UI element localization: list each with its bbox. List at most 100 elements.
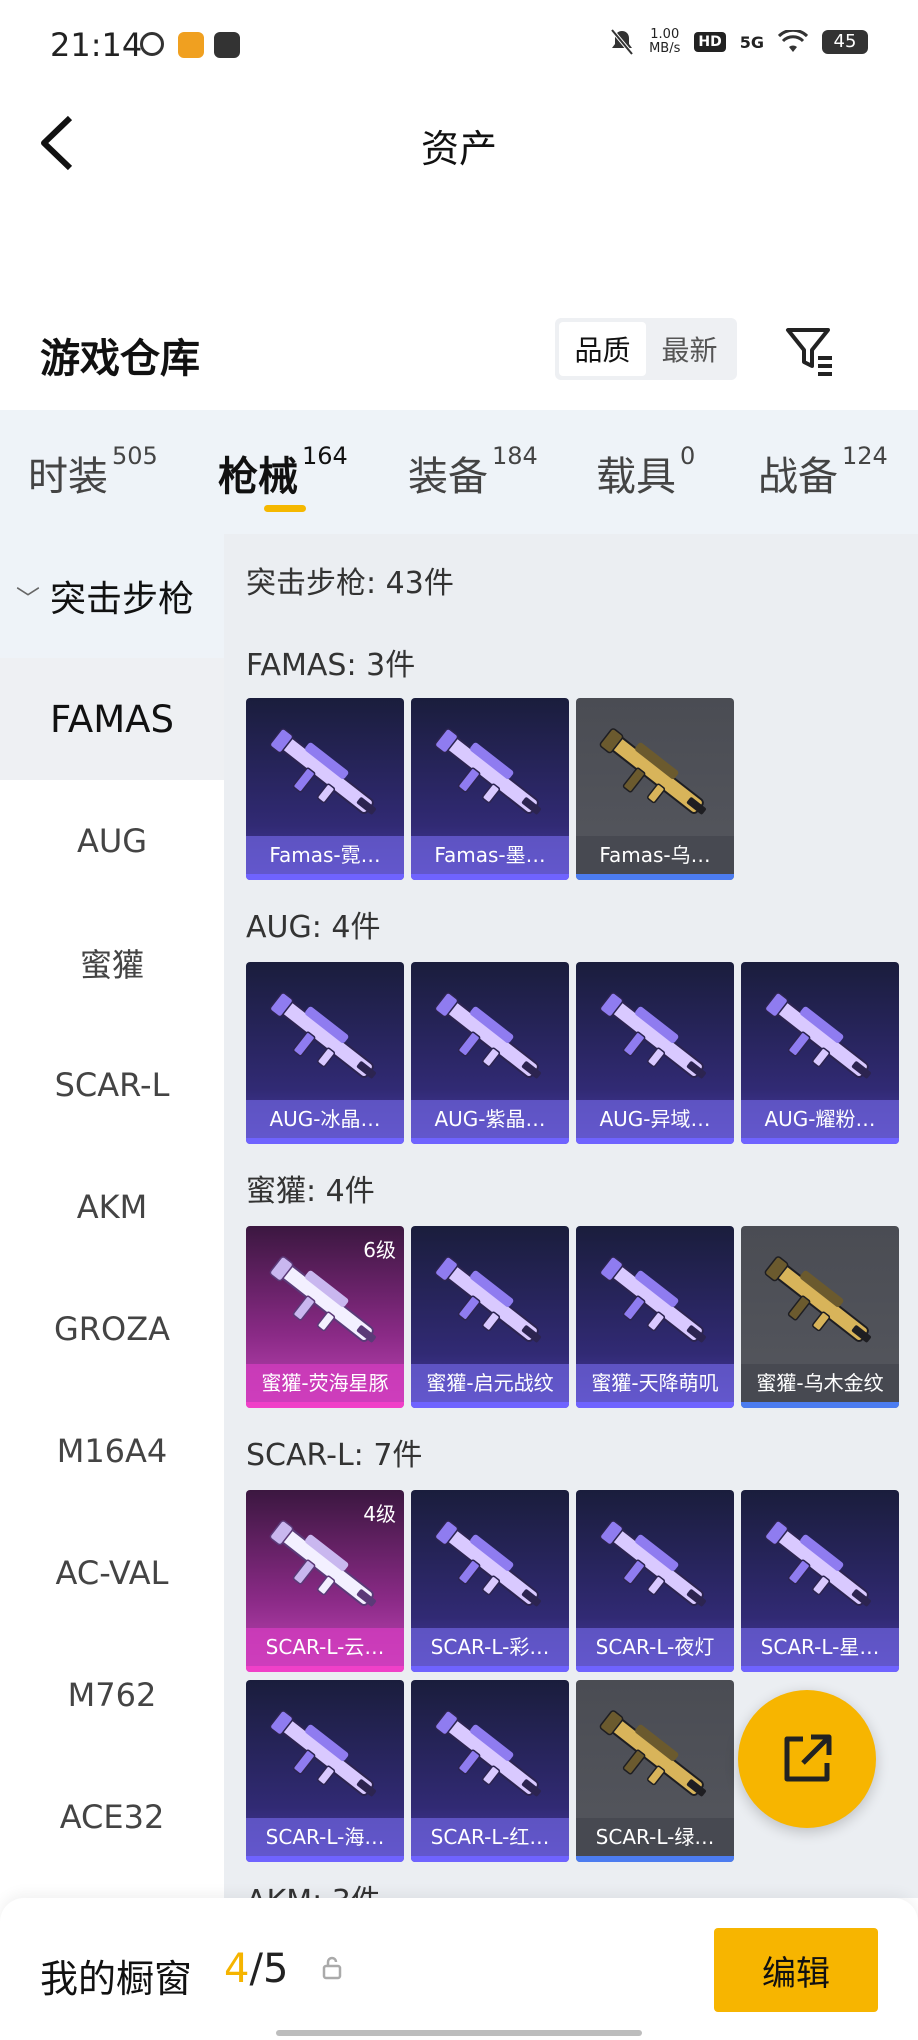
hd-badge: HD [694, 32, 726, 52]
weapon-image [599, 728, 706, 815]
battery-indicator: 45 [822, 30, 868, 54]
mute-icon [610, 28, 634, 56]
sort-latest-button[interactable]: 最新 [646, 322, 733, 376]
status-indicators: 1.00 MB/s HD 5G 45 [609, 28, 868, 56]
level-badge: 4级 [363, 1502, 396, 1526]
sidebar-group-assault-rifles[interactable]: ﹀ 突击步枪 [0, 534, 224, 658]
weapon-name: AUG-耀粉… [741, 1100, 899, 1138]
category-tabs: 时装 505 枪械 164 装备 184 载具 0 战备 124 [0, 410, 918, 534]
weapon-sidebar: ﹀ 突击步枪 FAMAS AUG 蜜獾 SCAR-L AKM GROZA M16… [0, 534, 224, 1898]
edit-button[interactable]: 编辑 [714, 1928, 878, 2012]
sort-quality-button[interactable]: 品质 [559, 322, 646, 376]
network-speed: 1.00 MB/s [649, 27, 681, 56]
group-title: AKM: 3件 [246, 1876, 381, 1898]
weapon-name: SCAR-L-彩… [411, 1628, 569, 1666]
sidebar-item-honey-badger[interactable]: 蜜獾 [0, 902, 224, 1024]
weapon-name: AUG-紫晶… [411, 1100, 569, 1138]
weapon-card[interactable]: 4级 SCAR-L-云… [246, 1490, 404, 1672]
page-title: 资产 [420, 127, 497, 171]
weapon-card[interactable]: SCAR-L-夜灯 [576, 1490, 734, 1672]
weapon-name: Famas-乌… [576, 836, 734, 874]
weapon-card[interactable]: SCAR-L-绿… [576, 1680, 734, 1862]
tab-fashion[interactable]: 时装 505 [28, 442, 158, 502]
weapon-image [764, 1520, 871, 1607]
weapon-card[interactable]: Famas-霓… [246, 698, 404, 880]
sidebar-item-ace32[interactable]: ACE32 [0, 1756, 224, 1878]
active-tab-underline [264, 505, 306, 512]
weapon-image [434, 1520, 541, 1607]
sidebar-item-m762[interactable]: M762 [0, 1634, 224, 1756]
weapon-name: 蜜獾-乌木金纹 [741, 1364, 899, 1402]
status-bar: 21:14 1.00 MB/s HD 5G 45 [0, 0, 918, 92]
signal-5g: 5G [739, 32, 764, 52]
share-button[interactable] [738, 1690, 876, 1828]
external-link-icon [784, 1734, 832, 1782]
weapon-card[interactable]: 蜜獾-天降萌叽 [576, 1226, 734, 1408]
filter-button[interactable] [782, 322, 838, 378]
weapon-name: SCAR-L-绿… [576, 1818, 734, 1856]
weapon-card[interactable]: 蜜獾-乌木金纹 [741, 1226, 899, 1408]
status-time: 21:14 [50, 26, 143, 64]
weapon-name: AUG-冰晶… [246, 1100, 404, 1138]
weapon-image [434, 728, 541, 815]
tab-equipment[interactable]: 装备 184 [408, 442, 538, 502]
app-notification-icon [178, 32, 204, 58]
showcase-count: 4/5 [224, 1946, 289, 1992]
showcase-bar: 我的橱窗 4/5 编辑 [0, 1898, 918, 2040]
weapon-image [599, 992, 706, 1079]
weapon-card[interactable]: AUG-耀粉… [741, 962, 899, 1144]
weapon-image [269, 728, 376, 815]
showcase-label: 我的橱窗 [40, 1957, 193, 2001]
weapon-image [599, 1256, 706, 1343]
weapon-image [434, 1710, 541, 1797]
app-notification-icon [214, 32, 240, 58]
weapon-card[interactable]: AUG-异域… [576, 962, 734, 1144]
weapon-image [269, 1710, 376, 1797]
group-title: AUG: 4件 [246, 910, 381, 945]
weapon-image [599, 1520, 706, 1607]
weapon-name: 蜜獾-天降萌叽 [576, 1364, 734, 1402]
weapon-name: Famas-霓… [246, 836, 404, 874]
weapon-card[interactable]: 蜜獾-启元战纹 [411, 1226, 569, 1408]
weapon-card[interactable]: SCAR-L-红… [411, 1680, 569, 1862]
sort-toggle: 品质 最新 [555, 318, 737, 380]
weapon-name: SCAR-L-红… [411, 1818, 569, 1856]
tab-supplies[interactable]: 战备 124 [758, 442, 888, 502]
weapon-image [599, 1710, 706, 1797]
sidebar-item-famas[interactable]: FAMAS [0, 658, 224, 780]
tab-firearms[interactable]: 枪械 164 [218, 442, 348, 502]
sidebar-item-ac-val[interactable]: AC-VAL [0, 1512, 224, 1634]
sidebar-item-scar-l[interactable]: SCAR-L [0, 1024, 224, 1146]
sidebar-item-groza[interactable]: GROZA [0, 1268, 224, 1390]
weapon-image [434, 1256, 541, 1343]
group-title: FAMAS: 3件 [246, 648, 416, 683]
weapon-card[interactable]: AUG-冰晶… [246, 962, 404, 1144]
app-notification-icon [140, 32, 164, 56]
weapon-card[interactable]: Famas-墨… [411, 698, 569, 880]
category-total: 突击步枪: 43件 [246, 566, 454, 601]
weapon-card[interactable]: Famas-乌… [576, 698, 734, 880]
weapon-name: 蜜獾-荧海星豚 [246, 1364, 404, 1402]
weapon-card[interactable]: 6级蜜獾-荧海星豚 [246, 1226, 404, 1408]
level-badge: 6级 [363, 1238, 396, 1262]
weapon-image [764, 992, 871, 1079]
weapon-card[interactable]: SCAR-L-彩… [411, 1490, 569, 1672]
sidebar-item-aug[interactable]: AUG [0, 780, 224, 902]
weapon-name: Famas-墨… [411, 836, 569, 874]
weapon-card[interactable]: SCAR-L-海… [246, 1680, 404, 1862]
group-title: SCAR-L: 7件 [246, 1438, 423, 1473]
weapon-card[interactable]: AUG-紫晶… [411, 962, 569, 1144]
wifi-icon [778, 30, 808, 52]
sidebar-item-m16a4[interactable]: M16A4 [0, 1390, 224, 1512]
weapon-image [269, 992, 376, 1079]
lock-icon [322, 1956, 342, 1980]
section-title: 游戏仓库 [40, 336, 200, 382]
weapon-card[interactable]: SCAR-L-星… [741, 1490, 899, 1672]
tab-vehicles[interactable]: 载具 0 [596, 442, 695, 502]
home-indicator[interactable] [276, 2030, 642, 2036]
sidebar-item-akm[interactable]: AKM [0, 1146, 224, 1268]
weapon-image [434, 992, 541, 1079]
weapon-name: SCAR-L-星… [741, 1628, 899, 1666]
weapon-name: AUG-异域… [576, 1100, 734, 1138]
group-title: 蜜獾: 4件 [246, 1174, 375, 1209]
